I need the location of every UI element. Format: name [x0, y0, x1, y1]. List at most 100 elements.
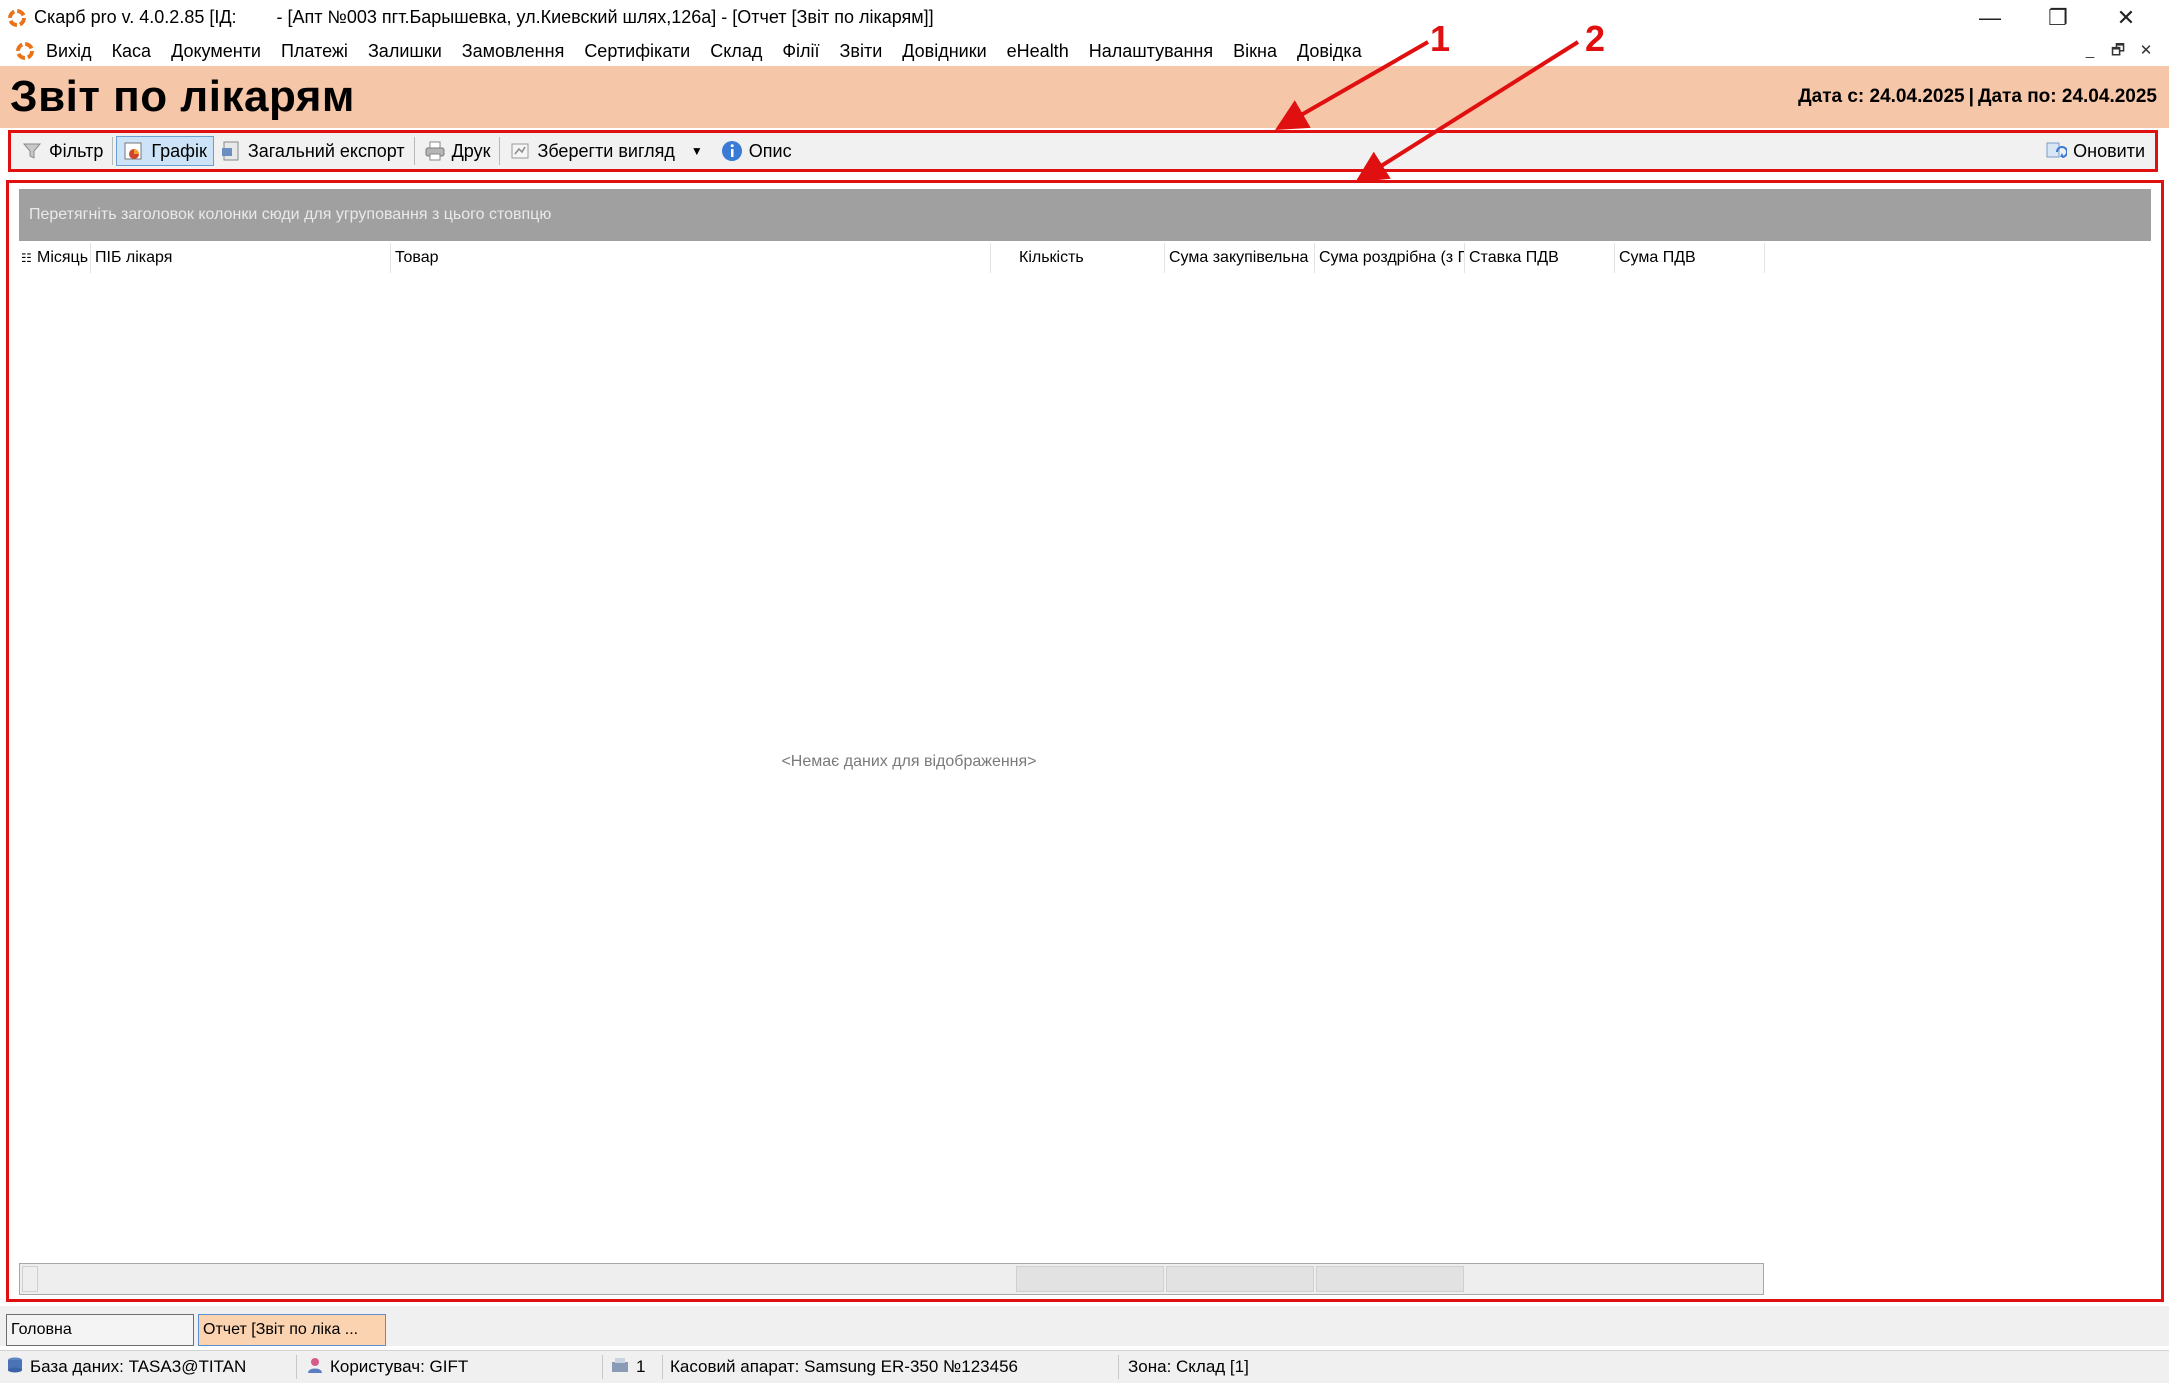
status-bar: База даних: TASA3@TITAN Користувач: GIFT… [0, 1350, 2169, 1383]
refresh-button[interactable]: Оновити [2039, 136, 2151, 166]
menu-documents[interactable]: Документи [161, 36, 271, 66]
status-zone: Зона: Склад [1] [1128, 1355, 1249, 1379]
toolbar-divider [112, 137, 114, 165]
menu-orders[interactable]: Замовлення [452, 36, 575, 66]
status-queue: 1 [610, 1355, 645, 1379]
status-cash-register: Касовий апарат: Samsung ER-350 №123456 [670, 1355, 1018, 1379]
export-button[interactable]: Загальний експорт [214, 136, 411, 166]
menu-items: Вихід Каса Документи Платежі Залишки Зам… [36, 36, 1372, 66]
mdi-close-button[interactable]: ✕ [2134, 40, 2158, 62]
status-user-text: Користувач: GIFT [330, 1357, 469, 1376]
print-label: Друк [451, 140, 491, 161]
column-header-vat-sum[interactable]: Сума ПДВ [1615, 243, 1765, 273]
column-header-retail-sum[interactable]: Сума роздрібна (з П [1315, 243, 1465, 273]
info-icon [721, 140, 743, 162]
export-icon [220, 140, 242, 162]
report-grid: Перетягніть заголовок колонки сюди для у… [6, 180, 2164, 1302]
toolbar-divider [413, 137, 415, 165]
column-header-doctor[interactable]: ПІБ лікаря [91, 243, 391, 273]
menu-settings[interactable]: Налаштування [1079, 36, 1223, 66]
save-view-label: Зберегти вигляд [537, 140, 675, 161]
status-divider [602, 1355, 603, 1379]
menu-warehouse[interactable]: Склад [700, 36, 772, 66]
empty-state-text: <Немає даних для відображення> [781, 753, 1037, 770]
refresh-label: Оновити [2073, 140, 2145, 161]
status-database-text: База даних: TASA3@TITAN [30, 1357, 247, 1376]
window-tabs: Головна Отчет [Звіт по ліка ... [0, 1306, 2169, 1346]
database-icon [6, 1356, 24, 1379]
date-range: Дата с: 24.04.2025 | Дата по: 24.04.2025 [1798, 86, 2157, 108]
annotation-label-1: 1 [1430, 18, 1451, 59]
status-cash-register-text: Касовий апарат: Samsung ER-350 №123456 [670, 1357, 1019, 1376]
chart-icon [123, 140, 145, 162]
tab-doctor-report[interactable]: Отчет [Звіт по ліка ... [198, 1314, 386, 1346]
window-close-button[interactable]: ✕ [2092, 0, 2160, 36]
summary-footer [19, 1263, 1764, 1295]
chevron-down-icon[interactable]: ▼ [691, 144, 703, 158]
save-view-icon [509, 140, 531, 162]
window-minimize-button[interactable]: — [1956, 0, 2024, 36]
funnel-icon [21, 140, 43, 162]
title-bar: Скарб pro v. 4.0.2.85 [ІД: - [Апт №003 п… [0, 0, 2169, 36]
column-header-purchase-sum[interactable]: Сума закупівельна [1165, 243, 1315, 273]
menu-payments[interactable]: Платежі [271, 36, 358, 66]
mdi-restore-button[interactable]: 🗗 [2106, 40, 2130, 62]
tab-main[interactable]: Головна [6, 1314, 194, 1346]
group-by-panel[interactable]: Перетягніть заголовок колонки сюди для у… [19, 189, 2151, 241]
app-logo-icon [6, 7, 28, 29]
menu-windows[interactable]: Вікна [1223, 36, 1287, 66]
menu-bar: Вихід Каса Документи Платежі Залишки Зам… [0, 36, 2169, 66]
footer-cell [1016, 1266, 1164, 1292]
annotation-label-2: 2 [1585, 18, 1606, 59]
menu-cash[interactable]: Каса [102, 36, 162, 66]
mdi-minimize-button[interactable]: _ [2078, 40, 2102, 62]
report-toolbar: Фільтр Графік Загальний експорт Друк Збе… [8, 130, 2158, 172]
empty-state-message: <Немає даних для відображення> [9, 753, 2161, 771]
page-title: Звіт по лікарям [10, 72, 355, 121]
menu-certificates[interactable]: Сертифікати [574, 36, 700, 66]
menu-exit[interactable]: Вихід [36, 36, 102, 66]
description-label: Опис [748, 140, 792, 161]
chart-button[interactable]: Графік [116, 136, 214, 166]
column-chooser-icon[interactable]: ☷ [19, 243, 33, 273]
menu-branches[interactable]: Філії [772, 36, 829, 66]
toolbar-divider [499, 137, 501, 165]
window-restore-button[interactable]: ❐ [2024, 0, 2092, 36]
date-from: Дата с: 24.04.2025 [1798, 86, 1965, 107]
footer-cell [22, 1266, 38, 1292]
status-divider [296, 1355, 297, 1379]
date-to: Дата по: 24.04.2025 [1977, 86, 2157, 107]
mdi-app-icon[interactable] [14, 40, 36, 62]
menu-help[interactable]: Довідка [1287, 36, 1372, 66]
save-view-button[interactable]: Зберегти вигляд ▼ [503, 136, 714, 166]
menu-reports[interactable]: Звіти [830, 36, 893, 66]
status-queue-text: 1 [636, 1357, 646, 1376]
menu-directories[interactable]: Довідники [892, 36, 996, 66]
status-divider [662, 1355, 663, 1379]
menu-stock[interactable]: Залишки [358, 36, 452, 66]
date-separator: | [1968, 86, 1974, 107]
column-header-vat-rate[interactable]: Ставка ПДВ [1465, 243, 1615, 273]
user-icon [306, 1356, 324, 1379]
chart-label: Графік [151, 140, 207, 161]
window-title: Скарб pro v. 4.0.2.85 [ІД: - [Апт №003 п… [34, 7, 934, 27]
status-divider [1118, 1355, 1119, 1379]
column-header-product[interactable]: Товар [391, 243, 991, 273]
footer-cell [1316, 1266, 1464, 1292]
status-user: Користувач: GIFT [306, 1355, 468, 1379]
column-header-month[interactable]: Місяць [33, 243, 91, 273]
register-icon [610, 1356, 630, 1379]
export-label: Загальний експорт [247, 140, 405, 161]
menu-ehealth[interactable]: eHealth [997, 36, 1079, 66]
filter-button[interactable]: Фільтр [15, 136, 109, 166]
printer-icon [424, 140, 446, 162]
print-button[interactable]: Друк [418, 136, 497, 166]
footer-cell [1166, 1266, 1314, 1292]
status-database: База даних: TASA3@TITAN [6, 1355, 246, 1379]
description-button[interactable]: Опис [715, 136, 798, 166]
filter-label: Фільтр [49, 140, 104, 161]
column-header-quantity[interactable]: Кількість [1015, 243, 1165, 273]
report-header: Звіт по лікарям Дата с: 24.04.2025 | Дат… [0, 66, 2169, 128]
status-zone-text: Зона: Склад [1] [1128, 1357, 1249, 1376]
refresh-icon [2045, 140, 2068, 162]
